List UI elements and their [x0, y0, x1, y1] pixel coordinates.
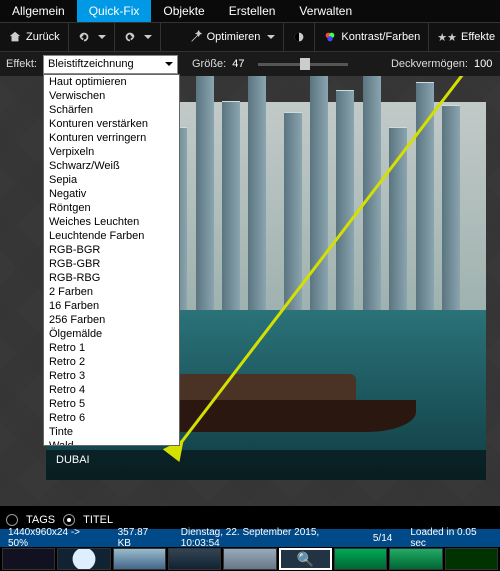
- opacity-field-label: Deckvermögen:: [391, 58, 468, 70]
- tab-allgemein[interactable]: Allgemein: [0, 0, 77, 22]
- effect-option[interactable]: Retro 4: [44, 383, 179, 397]
- effect-option[interactable]: Negativ: [44, 187, 179, 201]
- effect-option[interactable]: Verwischen: [44, 89, 179, 103]
- optimize-label: Optimieren: [207, 31, 261, 43]
- undo-icon: [77, 30, 91, 44]
- back-button[interactable]: Zurück: [0, 23, 69, 51]
- thumb[interactable]: [113, 548, 166, 570]
- effect-option[interactable]: Tinte: [44, 425, 179, 439]
- chevron-down-icon: [165, 62, 173, 66]
- size-value: 47: [232, 58, 252, 70]
- effect-value: Bleistiftzeichnung: [48, 56, 134, 73]
- tab-erstellen[interactable]: Erstellen: [217, 0, 288, 22]
- tab-verwalten[interactable]: Verwalten: [287, 0, 364, 22]
- thumb[interactable]: [389, 548, 442, 570]
- magnify-icon: 🔍: [297, 551, 314, 568]
- effect-option[interactable]: Retro 2: [44, 355, 179, 369]
- thumb[interactable]: [445, 548, 498, 570]
- tab-objekte[interactable]: Objekte: [151, 0, 216, 22]
- options-bar: Effekt: Bleistiftzeichnung Haut optimier…: [0, 52, 500, 76]
- titel-radio[interactable]: [63, 514, 75, 526]
- contrast-button[interactable]: Kontrast/Farben: [315, 23, 429, 51]
- redo-icon: [123, 30, 137, 44]
- effect-option[interactable]: RGB-BGR: [44, 243, 179, 257]
- effect-option[interactable]: Retro 1: [44, 341, 179, 355]
- effect-option[interactable]: 16 Farben: [44, 299, 179, 313]
- thumb[interactable]: [168, 548, 221, 570]
- stars-icon: ★★: [437, 31, 457, 44]
- chevron-down-icon: [267, 35, 275, 39]
- thumb[interactable]: [57, 548, 110, 570]
- effect-option[interactable]: Retro 5: [44, 397, 179, 411]
- thumb-selected[interactable]: 🔍: [279, 548, 332, 570]
- effect-option[interactable]: Verpixeln: [44, 145, 179, 159]
- home-icon: [8, 30, 22, 44]
- optimize-button[interactable]: Optimieren: [181, 23, 285, 51]
- contrast-label: Kontrast/Farben: [341, 31, 420, 43]
- effect-option[interactable]: Röntgen: [44, 201, 179, 215]
- status-size: 357.87 KB: [118, 527, 163, 549]
- main-tabs: Allgemein Quick-Fix Objekte Erstellen Ve…: [0, 0, 500, 22]
- status-date: Dienstag, 22. September 2015, 10:03:54: [181, 527, 355, 549]
- effect-option[interactable]: Ölgemälde: [44, 327, 179, 341]
- effect-option[interactable]: Retro 6: [44, 411, 179, 425]
- effect-option[interactable]: 256 Farben: [44, 313, 179, 327]
- back-label: Zurück: [26, 31, 60, 43]
- size-slider[interactable]: [258, 63, 348, 66]
- tags-label: TAGS: [26, 514, 55, 526]
- effect-option[interactable]: Retro 3: [44, 369, 179, 383]
- rgb-icon: [323, 30, 337, 44]
- effect-option[interactable]: Sepia: [44, 173, 179, 187]
- effect-dropdown[interactable]: Bleistiftzeichnung Haut optimierenVerwis…: [43, 55, 178, 74]
- effect-dropdown-list[interactable]: Haut optimierenVerwischenSchärfenKonture…: [43, 74, 180, 446]
- effect-option[interactable]: 2 Farben: [44, 285, 179, 299]
- effect-option[interactable]: Schärfen: [44, 103, 179, 117]
- effect-option[interactable]: Haut optimieren: [44, 75, 179, 89]
- effect-option[interactable]: Weiches Leuchten: [44, 215, 179, 229]
- thumb[interactable]: [223, 548, 276, 570]
- status-dims: 1440x960x24 -> 50%: [8, 527, 100, 549]
- status-bar: 1440x960x24 -> 50% 357.87 KB Dienstag, 2…: [0, 529, 500, 547]
- thumb[interactable]: [334, 548, 387, 570]
- effects-button[interactable]: ★★ Effekte: [429, 23, 500, 51]
- effect-option[interactable]: RGB-GBR: [44, 257, 179, 271]
- chevron-down-icon: [98, 35, 106, 39]
- effects-label: Effekte: [461, 31, 495, 43]
- effect-option[interactable]: Schwarz/Weiß: [44, 159, 179, 173]
- status-loaded: Loaded in 0.05 sec: [410, 527, 492, 549]
- effect-field-label: Effekt:: [6, 58, 37, 70]
- filmstrip[interactable]: 🔍: [0, 547, 500, 571]
- toolbar: Zurück Optimieren Kontrast/Farben ★★ Eff…: [0, 22, 500, 52]
- photo-caption: DUBAI: [46, 450, 486, 480]
- brightness-button[interactable]: [284, 23, 315, 51]
- status-index: 5/14: [373, 533, 392, 544]
- chevron-down-icon: [144, 35, 152, 39]
- thumb[interactable]: [2, 548, 55, 570]
- wand-icon: [189, 30, 203, 44]
- opacity-value: 100: [474, 58, 494, 70]
- effect-option[interactable]: Wald: [44, 439, 179, 446]
- effect-option[interactable]: Konturen verringern: [44, 131, 179, 145]
- effect-option[interactable]: Leuchtende Farben: [44, 229, 179, 243]
- tab-quickfix[interactable]: Quick-Fix: [77, 0, 152, 22]
- brightness-icon: [292, 30, 306, 44]
- tags-radio[interactable]: [6, 514, 18, 526]
- redo-button[interactable]: [115, 23, 161, 51]
- size-field-label: Größe:: [192, 58, 226, 70]
- effect-option[interactable]: RGB-RBG: [44, 271, 179, 285]
- effect-option[interactable]: Konturen verstärken: [44, 117, 179, 131]
- undo-button[interactable]: [69, 23, 115, 51]
- titel-label: TITEL: [83, 514, 113, 526]
